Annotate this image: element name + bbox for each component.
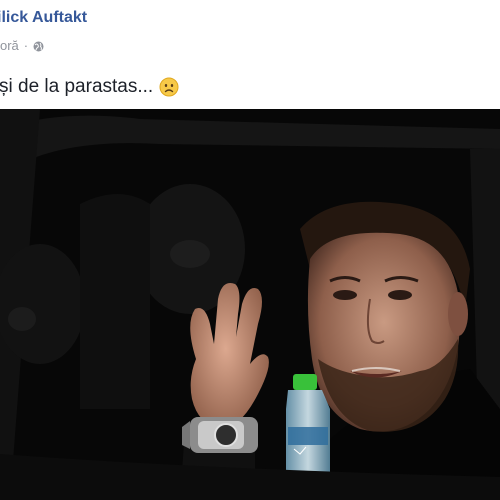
facebook-post: ilick Auftakt oră · și de la parastas... <box>0 0 500 500</box>
post-message: și de la parastas... <box>0 76 179 98</box>
car-night-photo <box>0 109 500 500</box>
meta-separator: · <box>23 38 29 53</box>
sad-face-emoji-icon <box>159 77 179 97</box>
post-timestamp[interactable]: oră <box>0 38 19 53</box>
post-photo[interactable] <box>0 109 500 500</box>
author-name-link[interactable]: ilick Auftakt <box>0 9 87 27</box>
post-message-text: și de la parastas... <box>0 76 154 97</box>
post-meta: oră · <box>0 38 44 53</box>
globe-icon[interactable] <box>33 40 44 52</box>
